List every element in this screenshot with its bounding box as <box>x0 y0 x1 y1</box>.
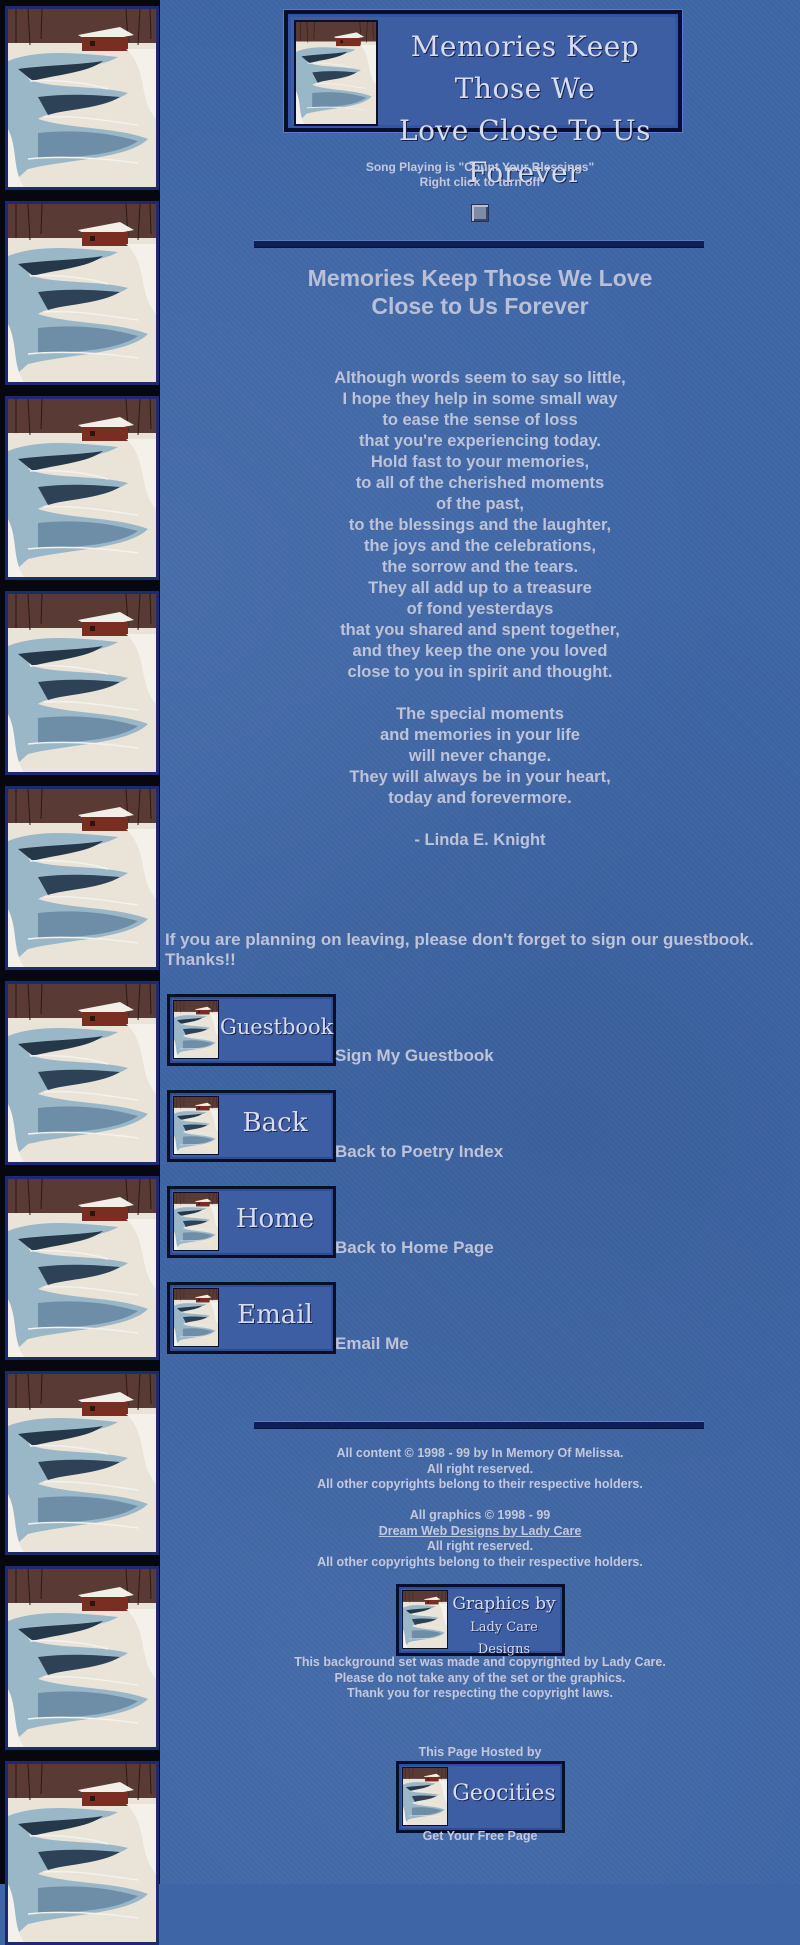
poem-line: the joys and the celebrations, <box>160 536 800 557</box>
geocities-badge[interactable]: Geocities <box>396 1761 565 1833</box>
rights-text: All right reserved. <box>160 1539 800 1555</box>
poem-body: Although words seem to say so little,I h… <box>160 368 800 851</box>
background-notice: This background set was made and copyrig… <box>160 1655 800 1702</box>
song-playing-text: Song Playing is "Count Your Blessings" <box>160 160 800 175</box>
winter-stream-image <box>173 1288 219 1347</box>
winter-stream-image <box>5 591 159 775</box>
poem-line: The special moments <box>160 704 800 725</box>
bg-note: Thank you for respecting the copyright l… <box>160 1686 800 1702</box>
poem-line: and they keep the one you loved <box>160 641 800 662</box>
email-link[interactable]: Email Me <box>335 1334 409 1354</box>
content-copyright: All content © 1998 - 99 by In Memory Of … <box>160 1446 800 1462</box>
bg-note: This background set was made and copyrig… <box>160 1655 800 1671</box>
poem-title: Memories Keep Those We Love Close to Us … <box>160 264 800 320</box>
graphics-copyright: All graphics © 1998 - 99 <box>160 1508 800 1524</box>
banner-line: Memories Keep Those We <box>380 26 670 110</box>
poem-line: to ease the sense of loss <box>160 410 800 431</box>
email-button[interactable]: Email <box>167 1282 336 1354</box>
poem-stanza: The special momentsand memories in your … <box>160 704 800 809</box>
poem-line: Although words seem to say so little, <box>160 368 800 389</box>
title-banner: Memories Keep Those We Love Close To Us … <box>284 10 682 132</box>
winter-stream-image <box>173 1096 219 1155</box>
poem-title-line: Close to Us Forever <box>160 292 800 320</box>
winter-stream-image <box>5 1566 159 1750</box>
winter-stream-image <box>5 396 159 580</box>
winter-stream-image <box>173 1192 219 1251</box>
poem-line: to the blessings and the laughter, <box>160 515 800 536</box>
midi-player-icon[interactable] <box>471 204 489 222</box>
designer-link[interactable]: Dream Web Designs by Lady Care <box>379 1524 582 1538</box>
poem-line: today and forevermore. <box>160 788 800 809</box>
winter-stream-image <box>5 786 159 970</box>
winter-stream-image <box>5 1371 159 1555</box>
other-copyrights-text: All other copyrights belong to their res… <box>160 1555 800 1571</box>
hosted-by-text: This Page Hosted by <box>160 1745 800 1761</box>
poem-author: - Linda E. Knight <box>160 830 800 851</box>
guestbook-button[interactable]: Guestbook <box>167 994 336 1066</box>
stanza-break <box>160 683 800 704</box>
badge-line: Geocities <box>449 1768 559 1820</box>
song-notice: Song Playing is "Count Your Blessings" R… <box>160 160 800 190</box>
winter-stream-image <box>402 1590 448 1649</box>
winter-stream-image <box>5 1176 159 1360</box>
poem-line: that you shared and spent together, <box>160 620 800 641</box>
winter-stream-image <box>5 6 159 190</box>
stanza-break <box>160 809 800 830</box>
poem-line: They will always be in your heart, <box>160 767 800 788</box>
poem-line: Hold fast to your memories, <box>160 452 800 473</box>
rights-text: All right reserved. <box>160 1462 800 1478</box>
winter-stream-image <box>294 20 378 126</box>
poem-line: They all add up to a treasure <box>160 578 800 599</box>
divider <box>254 240 704 248</box>
home-button[interactable]: Home <box>167 1186 336 1258</box>
poem-line: close to you in spirit and thought. <box>160 662 800 683</box>
poetry-index-link[interactable]: Back to Poetry Index <box>335 1142 503 1162</box>
poem-line: of fond yesterdays <box>160 599 800 620</box>
free-page-link[interactable]: Get Your Free Page <box>160 1829 800 1845</box>
song-turnoff-text: Right click to turn off <box>160 175 800 190</box>
geocities-label: Geocities <box>449 1768 559 1820</box>
back-button-label: Back <box>220 1093 330 1153</box>
graphics-by-badge[interactable]: Graphics by Lady Care Designs <box>396 1584 565 1656</box>
poem-line: the sorrow and the tears. <box>160 557 800 578</box>
poem-line: and memories in your life <box>160 725 800 746</box>
poem-title-line: Memories Keep Those We Love <box>160 264 800 292</box>
sign-guestbook-link[interactable]: Sign My Guestbook <box>335 1046 494 1066</box>
copyright-block: All content © 1998 - 99 by In Memory Of … <box>160 1446 800 1570</box>
guestbook-button-label: Guestbook <box>220 997 330 1057</box>
winter-stream-image <box>173 1000 219 1059</box>
left-border-strip <box>0 0 160 1884</box>
winter-stream-image <box>5 201 159 385</box>
poem-stanza: Although words seem to say so little,I h… <box>160 368 800 683</box>
guestbook-reminder: If you are planning on leaving, please d… <box>165 930 795 970</box>
poem-line: I hope they help in some small way <box>160 389 800 410</box>
home-page-link[interactable]: Back to Home Page <box>335 1238 494 1258</box>
graphics-by-label: Graphics by Lady Care Designs <box>449 1591 559 1661</box>
poem-line: to all of the cherished moments <box>160 473 800 494</box>
winter-stream-image <box>5 1761 159 1945</box>
email-button-label: Email <box>220 1285 330 1345</box>
winter-stream-image <box>5 981 159 1165</box>
poem-line: will never change. <box>160 746 800 767</box>
back-button[interactable]: Back <box>167 1090 336 1162</box>
poem-line: that you're experiencing today. <box>160 431 800 452</box>
poem-line: of the past, <box>160 494 800 515</box>
winter-stream-image <box>402 1767 448 1826</box>
other-copyrights-text: All other copyrights belong to their res… <box>160 1477 800 1493</box>
divider <box>254 1421 704 1429</box>
home-button-label: Home <box>220 1189 330 1249</box>
main-content: Memories Keep Those We Love Close To Us … <box>160 0 800 1884</box>
bg-note: Please do not take any of the set or the… <box>160 1671 800 1687</box>
badge-line: Graphics by <box>449 1591 559 1617</box>
